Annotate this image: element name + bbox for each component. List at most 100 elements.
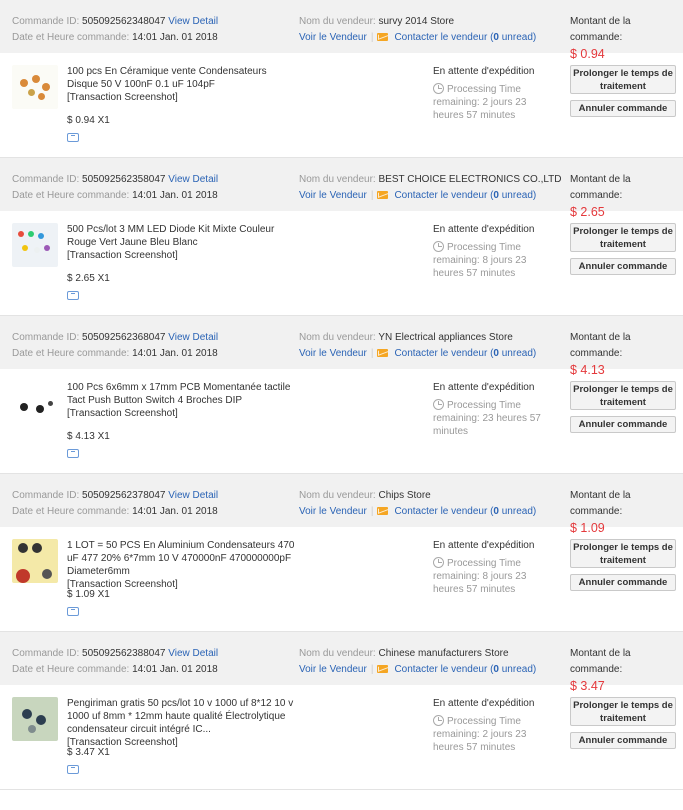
mail-icon <box>377 33 389 41</box>
unread-close: unread) <box>498 32 537 43</box>
order-meta: Commande ID: 505092562378047 View Detail… <box>12 488 218 520</box>
contact-seller-link[interactable]: Contacter le vendeur (0 unread) <box>394 348 536 359</box>
amount-label: Montant de la commande: <box>570 332 631 359</box>
thumbnail-mark <box>16 569 30 583</box>
product-thumbnail[interactable] <box>12 697 58 741</box>
status-text: En attente d'expédition <box>433 698 535 709</box>
order-body: 100 Pcs 6x6mm x 17mm PCB Momentanée tact… <box>0 369 683 473</box>
amount-label: Montant de la commande: <box>570 490 631 517</box>
view-seller-link[interactable]: Voir le Vendeur <box>299 190 367 201</box>
view-seller-link[interactable]: Voir le Vendeur <box>299 348 367 359</box>
processing-time: Processing Time remaining: 2 jours 23 he… <box>433 715 558 754</box>
product-info: Pengiriman gratis 50 pcs/lot 10 v 1000 u… <box>67 697 295 749</box>
product-price: $ 1.09 X1 <box>67 589 110 600</box>
amount-label: Montant de la commande: <box>570 648 631 675</box>
product-name-link[interactable]: Pengiriman gratis 50 pcs/lot 10 v 1000 u… <box>67 697 295 736</box>
view-detail-link[interactable]: View Detail <box>168 16 218 27</box>
mail-icon <box>377 665 389 673</box>
order-id-label: Commande ID: <box>12 16 80 27</box>
contact-seller-link[interactable]: Contacter le vendeur (0 unread) <box>394 190 536 201</box>
contact-seller-label: Contacter le vendeur <box>394 190 488 201</box>
product-info: 100 pcs En Céramique vente Condensateurs… <box>67 65 295 104</box>
transaction-screenshot-link[interactable]: [Transaction Screenshot] <box>67 91 295 104</box>
order-id: 505092562378047 <box>82 490 166 501</box>
cancel-order-button[interactable]: Annuler commande <box>570 732 676 749</box>
view-detail-link[interactable]: View Detail <box>168 174 218 185</box>
view-detail-link[interactable]: View Detail <box>168 490 218 501</box>
cancel-order-button[interactable]: Annuler commande <box>570 100 676 117</box>
thumbnail-mark <box>32 543 42 553</box>
order-card: Commande ID: 505092562388047 View Detail… <box>0 632 683 790</box>
contact-seller-link[interactable]: Contacter le vendeur (0 unread) <box>394 32 536 43</box>
order-meta: Commande ID: 505092562348047 View Detail… <box>12 14 218 46</box>
status-text: En attente d'expédition <box>433 382 535 393</box>
view-seller-link[interactable]: Voir le Vendeur <box>299 506 367 517</box>
extend-processing-button[interactable]: Prolonger le temps de traitement <box>570 223 676 252</box>
mail-icon <box>377 507 389 515</box>
thumbnail-mark <box>18 543 28 553</box>
product-price: $ 0.94 X1 <box>67 115 110 126</box>
processing-remaining: remaining: 23 heures 57 minutes <box>433 413 541 437</box>
transaction-screenshot-link[interactable]: [Transaction Screenshot] <box>67 407 295 420</box>
shipping-truck-icon <box>67 449 79 458</box>
processing-time: Processing Time remaining: 23 heures 57 … <box>433 399 558 438</box>
order-card: Commande ID: 505092562378047 View Detail… <box>0 474 683 632</box>
processing-label: Processing Time <box>447 242 521 253</box>
order-actions: Prolonger le temps de traitement Annuler… <box>570 539 676 591</box>
mail-icon <box>377 191 389 199</box>
unread-close: unread) <box>498 348 537 359</box>
product-thumbnail[interactable] <box>12 65 58 109</box>
seller-name: Chinese manufacturers Store <box>378 648 509 659</box>
seller-name: YN Electrical appliances Store <box>378 332 513 343</box>
shipping-truck-icon <box>67 291 79 300</box>
shipping-truck-icon <box>67 765 79 774</box>
product-thumbnail[interactable] <box>12 223 58 267</box>
product-name-link[interactable]: 100 pcs En Céramique vente Condensateurs… <box>67 65 295 91</box>
order-date: 14:01 Jan. 01 2018 <box>132 664 218 675</box>
thumbnail-mark <box>18 231 24 237</box>
view-detail-link[interactable]: View Detail <box>168 332 218 343</box>
order-id-label: Commande ID: <box>12 174 80 185</box>
transaction-screenshot-link[interactable]: [Transaction Screenshot] <box>67 249 295 262</box>
order-actions: Prolonger le temps de traitement Annuler… <box>570 697 676 749</box>
extend-processing-button[interactable]: Prolonger le temps de traitement <box>570 381 676 410</box>
separator: | <box>370 506 374 517</box>
cancel-order-button[interactable]: Annuler commande <box>570 258 676 275</box>
thumbnail-mark <box>42 83 50 91</box>
order-body: 100 pcs En Céramique vente Condensateurs… <box>0 53 683 157</box>
thumbnail-mark <box>48 401 53 406</box>
extend-processing-button[interactable]: Prolonger le temps de traitement <box>570 539 676 568</box>
seller-name: Chips Store <box>378 490 431 501</box>
view-seller-link[interactable]: Voir le Vendeur <box>299 664 367 675</box>
order-date-label: Date et Heure commande: <box>12 506 130 517</box>
contact-seller-label: Contacter le vendeur <box>394 32 488 43</box>
clock-icon <box>433 241 444 252</box>
extend-processing-button[interactable]: Prolonger le temps de traitement <box>570 65 676 94</box>
product-thumbnail[interactable] <box>12 381 58 425</box>
seller-name: survy 2014 Store <box>378 16 455 27</box>
contact-seller-label: Contacter le vendeur <box>394 348 488 359</box>
product-name-link[interactable]: 500 Pcs/lot 3 MM LED Diode Kit Mixte Cou… <box>67 223 295 249</box>
cancel-order-button[interactable]: Annuler commande <box>570 416 676 433</box>
product-thumbnail[interactable] <box>12 539 58 583</box>
thumbnail-mark <box>34 247 40 253</box>
view-seller-link[interactable]: Voir le Vendeur <box>299 32 367 43</box>
product-name-link[interactable]: 100 Pcs 6x6mm x 17mm PCB Momentanée tact… <box>67 381 295 407</box>
contact-seller-link[interactable]: Contacter le vendeur (0 unread) <box>394 664 536 675</box>
order-header: Commande ID: 505092562358047 View Detail… <box>0 158 683 219</box>
order-meta: Commande ID: 505092562358047 View Detail… <box>12 172 218 204</box>
order-id-label: Commande ID: <box>12 332 80 343</box>
contact-seller-link[interactable]: Contacter le vendeur (0 unread) <box>394 506 536 517</box>
order-date: 14:01 Jan. 01 2018 <box>132 190 218 201</box>
product-price: $ 3.47 X1 <box>67 747 110 758</box>
extend-processing-button[interactable]: Prolonger le temps de traitement <box>570 697 676 726</box>
view-detail-link[interactable]: View Detail <box>168 648 218 659</box>
unread-close: unread) <box>498 664 537 675</box>
cancel-order-button[interactable]: Annuler commande <box>570 574 676 591</box>
order-date-label: Date et Heure commande: <box>12 32 130 43</box>
order-card: Commande ID: 505092562368047 View Detail… <box>0 316 683 474</box>
product-name-link[interactable]: 1 LOT = 50 PCS En Aluminium Condensateur… <box>67 539 295 578</box>
order-date-label: Date et Heure commande: <box>12 190 130 201</box>
unread-close: unread) <box>498 190 537 201</box>
contact-seller-label: Contacter le vendeur <box>394 664 488 675</box>
